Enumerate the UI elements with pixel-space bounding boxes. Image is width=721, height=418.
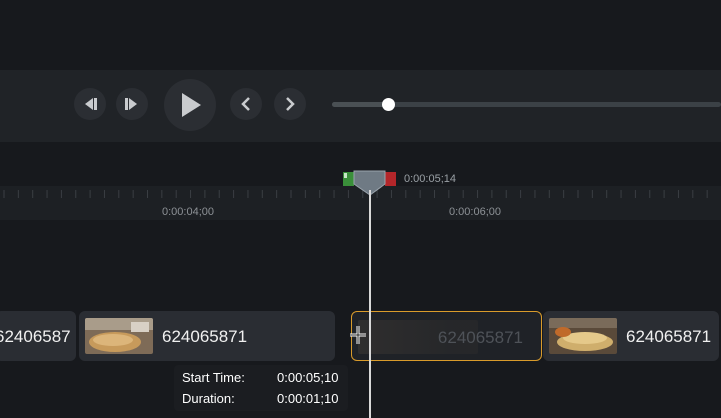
step-forward-button[interactable] [116, 88, 148, 120]
play-icon [182, 93, 201, 117]
skip-back-icon [85, 98, 97, 110]
clip-cheese[interactable]: 624065871 [543, 311, 719, 361]
scrubber-fill [332, 102, 389, 107]
play-button[interactable] [164, 79, 216, 131]
clip-partial[interactable]: 62406587 [0, 311, 76, 361]
start-time-value: 0:00:05;10 [277, 370, 339, 385]
duration-value: 0:00:01;10 [277, 391, 339, 406]
ruler-label-6s: 0:00:06;00 [449, 206, 501, 218]
start-time-label: Start Time: [182, 370, 245, 385]
step-backward-button[interactable] [74, 88, 106, 120]
clip-label: 624065871 [162, 327, 248, 346]
chevron-left-icon [241, 97, 250, 111]
clip-label: 62406587 [0, 327, 71, 346]
move-cursor-icon [350, 326, 366, 344]
playhead-time: 0:00:05;14 [404, 173, 456, 185]
skip-forward-icon [125, 98, 137, 110]
clip-thumbnail-bread [85, 318, 153, 354]
ruler-label-4s: 0:00:04;00 [162, 206, 214, 218]
clip-thumbnail-cheese [549, 318, 617, 354]
clip-selected[interactable]: 624065871 [351, 311, 542, 361]
clip-label: 624065871 [626, 327, 712, 346]
playhead-line [369, 190, 371, 418]
duration-label: Duration: [182, 391, 235, 406]
next-button[interactable] [274, 88, 306, 120]
previous-button[interactable] [230, 88, 262, 120]
out-marker[interactable] [385, 172, 396, 186]
clip-label: 624065871 [437, 328, 523, 347]
clip-bread[interactable]: 624065871 [79, 311, 335, 361]
clip-info-tooltip: Start Time: 0:00:05;10 Duration: 0:00:01… [174, 365, 348, 411]
chevron-right-icon [286, 97, 295, 111]
